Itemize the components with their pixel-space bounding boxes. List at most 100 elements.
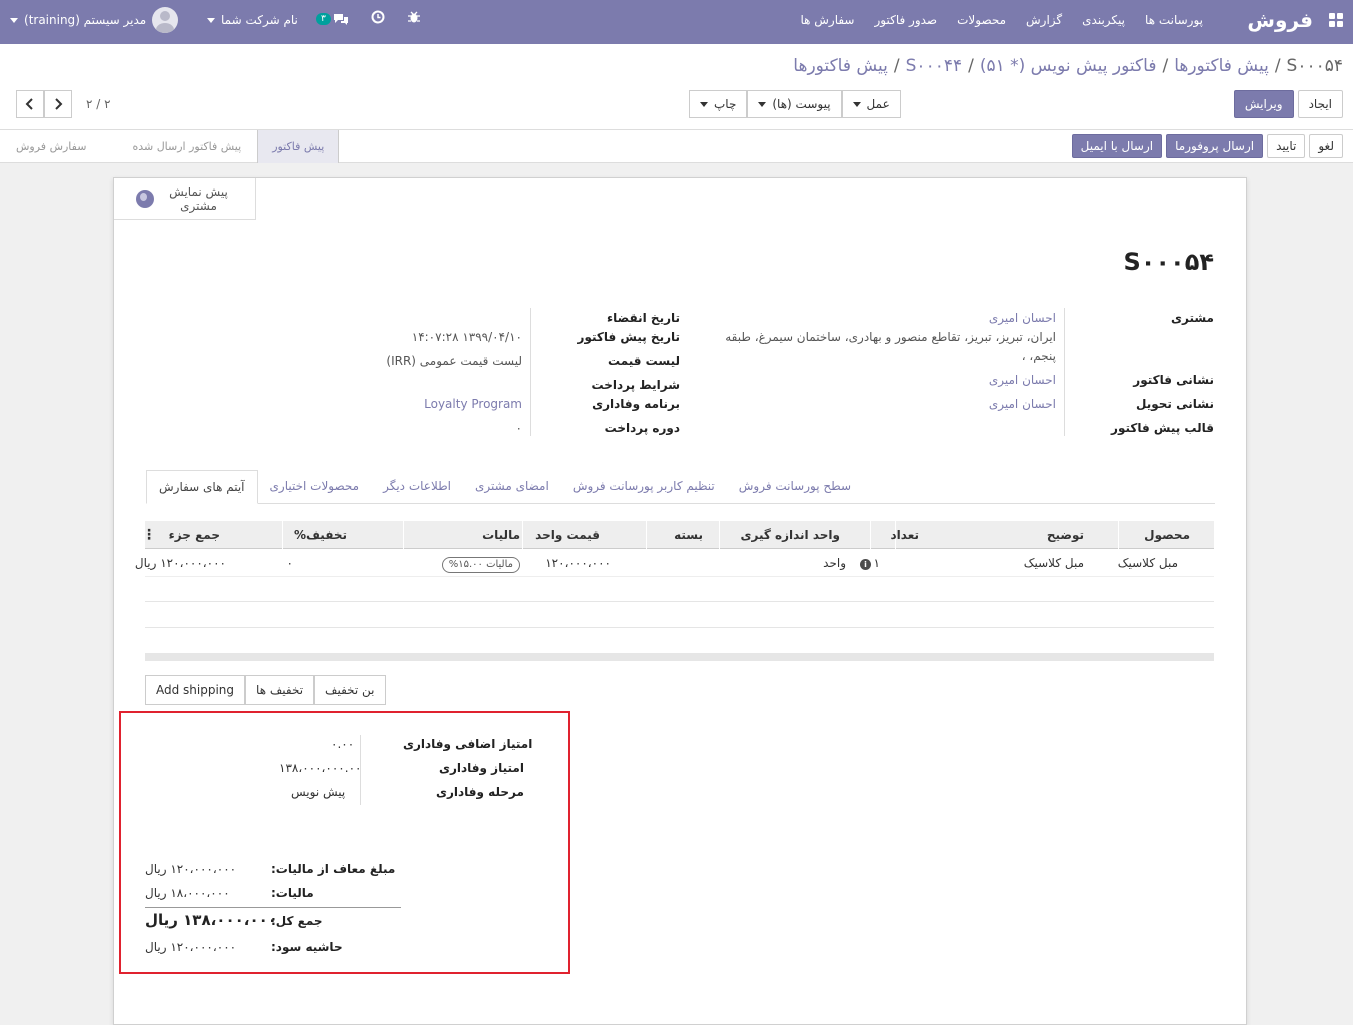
user-menu[interactable]: مدیر سیستم (training) — [10, 7, 179, 33]
chevron-down-icon — [207, 17, 215, 23]
stage-quotation[interactable]: پیش فاکتور — [257, 130, 340, 163]
customer-label: مشتری — [1170, 311, 1214, 325]
tab-other-info[interactable]: اطلاعات دیگر — [371, 470, 463, 504]
col-discount[interactable]: تخفیف% — [294, 521, 347, 549]
pager-next-button[interactable] — [44, 90, 72, 118]
chevron-down-icon — [10, 17, 18, 23]
tax-tag: مالیات ۱۵.۰۰% — [441, 557, 520, 573]
menu-products[interactable]: محصولات — [957, 13, 1006, 27]
col-product[interactable]: محصول — [1144, 521, 1190, 549]
cell-quantity: ۱ — [873, 556, 880, 570]
print-button[interactable]: چاپ — [689, 90, 748, 118]
col-unit-price[interactable]: قیمت واحد — [535, 521, 600, 549]
breadcrumb-separator: / — [968, 56, 974, 76]
messages-icon[interactable]: ۳ — [316, 12, 349, 26]
debug-bug-icon[interactable] — [407, 10, 421, 27]
create-button[interactable]: ایجاد — [1297, 90, 1343, 118]
user-name: مدیر سیستم (training) — [24, 13, 147, 27]
breadcrumb-draft-invoice[interactable]: فاکتور پیش نویس (* ۵۱) — [980, 56, 1157, 76]
header-buttons: ارسال با ایمیل ارسال پروفورما تایید لغو — [1071, 134, 1343, 158]
promotions-button[interactable]: تخفیف ها — [245, 675, 315, 705]
page-title: S۰۰۰۵۴ — [1123, 248, 1214, 276]
column-options-icon[interactable]: ⋮ — [142, 521, 156, 549]
stage-quotation-sent[interactable]: پیش فاکتور ارسال شده — [102, 130, 257, 163]
tab-customer-signature[interactable]: امضای مشتری — [463, 470, 561, 504]
stage-sale-order[interactable]: سفارش فروش — [0, 130, 102, 163]
control-panel: پیش فاکتورها / S۰۰۰۴۴ / فاکتور پیش نویس … — [0, 44, 1353, 130]
expiration-label: تاریخ انقضاء — [607, 311, 680, 325]
apps-menu-icon[interactable] — [1329, 13, 1343, 27]
cancel-button[interactable]: لغو — [1309, 134, 1343, 158]
discount-buttons: Add shipping تخفیف ها بن تخفیف — [145, 675, 386, 705]
menu-reporting[interactable]: گزارش — [1026, 13, 1062, 27]
customer-field[interactable]: احسان امیری — [989, 311, 1056, 325]
pager-previous-button[interactable] — [16, 90, 44, 118]
menu-orders[interactable]: سفارش ها — [800, 13, 854, 27]
cell-subtotal: ۱۲۰،۰۰۰،۰۰۰ ریال — [134, 556, 226, 570]
attachments-label: پیوست (ها) — [772, 97, 831, 111]
col-package[interactable]: بسته — [674, 521, 703, 549]
payment-terms-label: شرایط پرداخت — [591, 378, 680, 392]
sidebar-buttons: چاپ پیوست (ها) عمل — [689, 90, 901, 118]
tab-optional-products[interactable]: محصولات اختیاری — [258, 470, 372, 504]
cell-taxes: مالیات ۱۵.۰۰% — [441, 549, 520, 577]
coupon-button[interactable]: بن تخفیف — [314, 675, 386, 705]
systray: ۳ — [316, 10, 421, 27]
order-lines-table: محصول توضیح تعداد واحد اندازه گیری بسته … — [135, 521, 1214, 577]
forecast-info-icon[interactable]: i — [860, 549, 871, 577]
table-header: محصول توضیح تعداد واحد اندازه گیری بسته … — [142, 521, 1214, 549]
company-name: نام شرکت شما — [221, 13, 298, 27]
col-uom[interactable]: واحد اندازه گیری — [740, 521, 840, 549]
customer-preview-button[interactable]: پیش نمایش مشتری — [114, 178, 256, 220]
tab-commission-level[interactable]: سطح پورسانت فروش — [727, 470, 863, 504]
cell-description: مبل کلاسیک — [1023, 556, 1084, 570]
chevron-left-icon — [25, 98, 33, 110]
company-switcher[interactable]: نام شرکت شما — [207, 13, 298, 27]
pricelist-label: لیست قیمت — [608, 354, 680, 368]
chevron-down-icon — [758, 101, 767, 107]
print-label: چاپ — [714, 97, 737, 111]
col-taxes[interactable]: مالیات — [482, 521, 520, 549]
chevron-down-icon — [700, 101, 708, 107]
invoice-address-field[interactable]: احسان امیری — [989, 373, 1056, 387]
pager-value[interactable]: ۲ / ۲ — [86, 97, 111, 111]
col-description[interactable]: توضیح — [1047, 521, 1084, 549]
send-by-email-button[interactable]: ارسال با ایمیل — [1071, 134, 1163, 158]
menu-commissions[interactable]: پورسانت ها — [1145, 13, 1203, 27]
menu-configuration[interactable]: پیکربندی — [1082, 13, 1125, 27]
breadcrumb-order[interactable]: S۰۰۰۴۴ — [906, 56, 962, 76]
breadcrumb-current: S۰۰۰۵۴ — [1286, 56, 1343, 76]
menu-invoicing[interactable]: صدور فاکتور — [874, 13, 937, 27]
delivery-address-field[interactable]: احسان امیری — [989, 397, 1056, 411]
messages-badge: ۳ — [316, 12, 331, 25]
form-buttons: ویرایش ایجاد — [1233, 90, 1343, 118]
table-footer — [145, 653, 1214, 661]
add-shipping-button[interactable]: Add shipping — [145, 675, 246, 705]
tab-order-lines[interactable]: آیتم های سفارش — [146, 470, 258, 504]
breadcrumb-separator: / — [1162, 56, 1169, 76]
confirm-button[interactable]: تایید — [1267, 134, 1306, 158]
attachments-button[interactable]: پیوست (ها) — [747, 90, 842, 118]
breadcrumb-quotations-2[interactable]: پیش فاکتورها — [1174, 56, 1269, 76]
pricelist-field[interactable]: لیست قیمت عمومی (IRR) — [386, 354, 522, 368]
breadcrumb-separator: / — [1274, 56, 1281, 76]
table-divider — [145, 601, 1214, 602]
payment-period-field[interactable]: ۰ — [516, 421, 522, 435]
send-proforma-button[interactable]: ارسال پروفورما — [1166, 134, 1264, 158]
avatar — [152, 7, 179, 33]
action-button[interactable]: عمل — [841, 90, 901, 118]
cell-unit-price: ۱۲۰،۰۰۰،۰۰۰ — [545, 556, 611, 570]
quotation-date-field[interactable]: ۱۳۹۹/۰۴/۱۰ ۱۴:۰۷:۲۸ — [412, 330, 522, 344]
table-row[interactable]: مبل کلاسیک مبل کلاسیک ۱ i واحد ۱۲۰،۰۰۰،۰… — [135, 549, 1214, 577]
breadcrumb-quotations[interactable]: پیش فاکتورها — [793, 56, 888, 76]
edit-button[interactable]: ویرایش — [1233, 90, 1294, 118]
col-quantity[interactable]: تعداد — [891, 521, 919, 549]
breadcrumb-separator: / — [893, 56, 900, 76]
col-subtotal[interactable]: جمع جزء — [169, 521, 220, 549]
activity-clock-icon[interactable] — [371, 10, 385, 27]
app-brand: فروش — [1247, 8, 1313, 32]
loyalty-program-field[interactable]: Loyalty Program — [424, 397, 522, 411]
globe-icon — [135, 189, 154, 208]
customer-address-line2: پنجم، ، — [1021, 349, 1056, 363]
tab-commission-user[interactable]: تنظیم کاربر پورسانت فروش — [561, 470, 727, 504]
